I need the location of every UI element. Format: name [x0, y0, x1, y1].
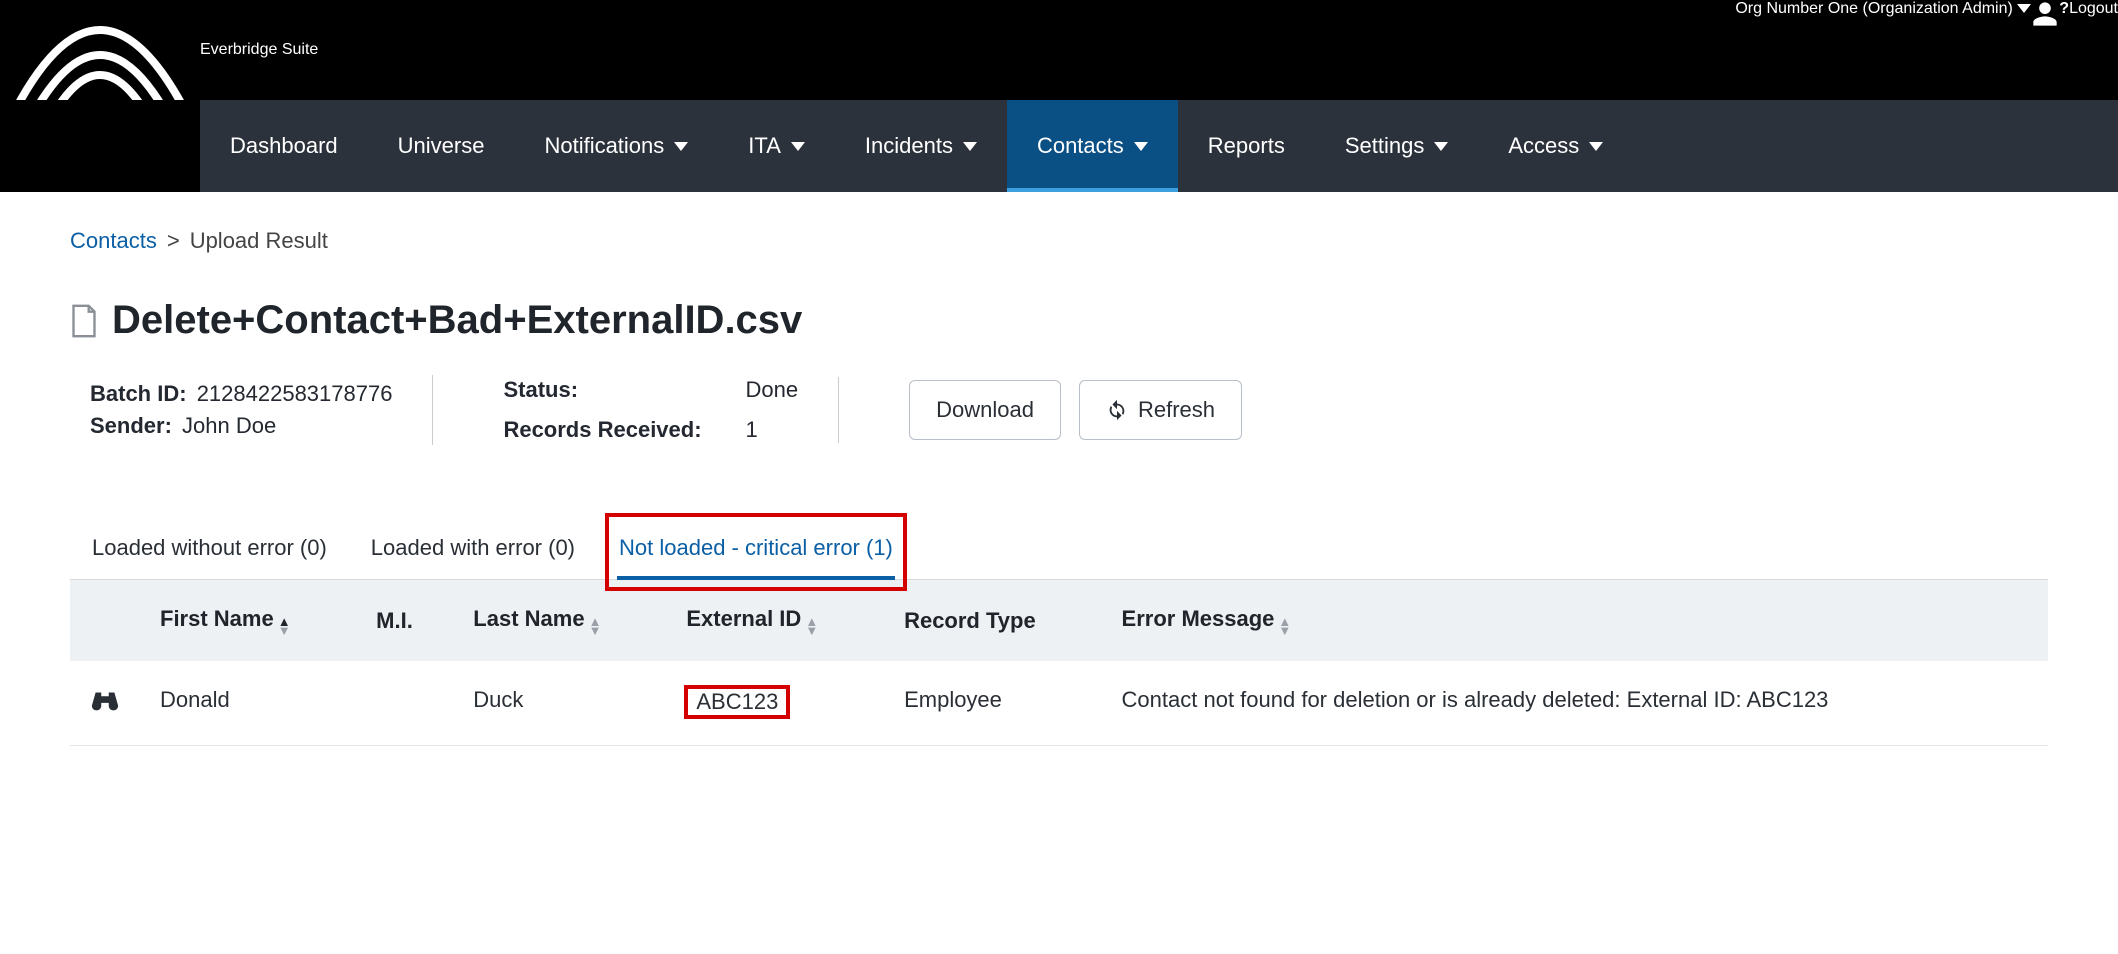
table-header-row: First Name▲▼M.I.Last Name▲▼External ID▲▼… — [70, 580, 2048, 661]
nav-item-incidents[interactable]: Incidents — [835, 100, 1007, 192]
sort-icon: ▲▼ — [805, 617, 818, 635]
col-label: External ID — [686, 606, 801, 631]
table-body: Donald Duck ABC123 EmployeeContact not foun… — [70, 661, 2048, 746]
cell: Employee — [884, 661, 1101, 746]
nav-item-label: Settings — [1345, 133, 1425, 159]
col-last-name[interactable]: Last Name ▲▼ — [453, 580, 666, 661]
nav-item-label: Dashboard — [230, 133, 338, 159]
sort-icon: ▲▼ — [589, 617, 602, 635]
nav-item-label: Access — [1508, 133, 1579, 159]
cell: Contact not found for deletion or is alr… — [1102, 661, 2048, 746]
status-value: Done — [746, 377, 799, 403]
page-content: Contacts > Upload Result Delete+Contact+… — [0, 192, 2118, 782]
app-header: Everbridge Suite Org Number One (Organiz… — [0, 0, 2118, 192]
cell: Donald — [140, 661, 356, 746]
refresh-button[interactable]: Refresh — [1079, 380, 1242, 440]
col-label: Error Message — [1122, 606, 1275, 631]
meta-batch-sender: Batch ID: 2128422583178776 Sender: John … — [70, 375, 433, 445]
cell: Duck — [453, 661, 666, 746]
status-label: Status: — [503, 377, 701, 403]
sender-label: Sender: — [90, 413, 172, 438]
table-row: Donald Duck ABC123 EmployeeContact not foun… — [70, 661, 2048, 746]
col-label: First Name — [160, 606, 274, 631]
breadcrumb-root[interactable]: Contacts — [70, 228, 157, 254]
nav-item-access[interactable]: Access — [1478, 100, 1633, 192]
cell — [356, 661, 453, 746]
chevron-down-icon — [674, 142, 688, 151]
chevron-down-icon — [1134, 142, 1148, 151]
chevron-down-icon — [791, 142, 805, 151]
records-label: Records Received: — [503, 417, 701, 443]
col-label: M.I. — [376, 608, 413, 633]
download-button[interactable]: Download — [909, 380, 1061, 440]
nav-item-label: Incidents — [865, 133, 953, 159]
logo-spacer — [0, 100, 200, 192]
sort-icon: ▲▼ — [1278, 617, 1291, 635]
download-label: Download — [936, 397, 1034, 423]
refresh-label: Refresh — [1138, 397, 1215, 423]
breadcrumb: Contacts > Upload Result — [70, 228, 2048, 254]
records-value: 1 — [746, 417, 799, 443]
nav-item-label: ITA — [748, 133, 781, 159]
nav-item-label: Universe — [398, 133, 485, 159]
org-role: (Organization Admin) — [1863, 0, 2013, 17]
col-icon — [70, 580, 140, 661]
sort-icon: ▲▼ — [278, 617, 291, 635]
logout-button[interactable]: Logout — [2069, 0, 2118, 100]
nav-item-dashboard[interactable]: Dashboard — [200, 100, 368, 192]
breadcrumb-sep: > — [167, 228, 180, 254]
brand-title: Everbridge Suite — [200, 41, 318, 59]
help-button[interactable]: ? — [2059, 0, 2069, 100]
tab-1[interactable]: Loaded with error (0) — [369, 525, 577, 579]
col-first-name[interactable]: First Name▲▼ — [140, 580, 356, 661]
org-name: Org Number One — [1735, 0, 1858, 17]
batch-id-value: 2128422583178776 — [197, 381, 393, 406]
nav-item-reports[interactable]: Reports — [1178, 100, 1315, 192]
page-title: Delete+Contact+Bad+ExternalID.csv — [70, 298, 2048, 343]
chevron-down-icon — [2017, 4, 2031, 13]
user-account-button[interactable] — [2031, 0, 2059, 100]
nav-item-notifications[interactable]: Notifications — [514, 100, 718, 192]
sender-value: John Doe — [182, 413, 276, 438]
chevron-down-icon — [1589, 142, 1603, 151]
col-m-i-[interactable]: M.I. — [356, 580, 453, 661]
external-id-highlight: ABC123 — [686, 687, 788, 717]
upload-meta: Batch ID: 2128422583178776 Sender: John … — [70, 375, 2048, 445]
error-table: First Name▲▼M.I.Last Name▲▼External ID▲▼… — [70, 580, 2048, 746]
batch-id-label: Batch ID: — [90, 381, 187, 406]
main-nav: Dashboard Universe Notifications ITA Inciden… — [200, 100, 2118, 192]
nav-item-settings[interactable]: Settings — [1315, 100, 1479, 192]
chevron-down-icon — [1434, 142, 1448, 151]
page-title-text: Delete+Contact+Bad+ExternalID.csv — [112, 298, 802, 343]
col-label: Record Type — [904, 608, 1036, 633]
logout-label: Logout — [2069, 0, 2118, 17]
user-icon — [2031, 0, 2059, 28]
binoculars-icon — [90, 687, 120, 713]
tab-0[interactable]: Loaded without error (0) — [90, 525, 329, 579]
nav-item-label: Contacts — [1037, 133, 1124, 159]
meta-actions: Download Refresh — [889, 380, 1282, 440]
nav-item-label: Reports — [1208, 133, 1285, 159]
tab-2[interactable]: Not loaded - critical error (1) — [617, 525, 895, 579]
nav-item-universe[interactable]: Universe — [368, 100, 515, 192]
help-icon: ? — [2059, 0, 2069, 17]
chevron-down-icon — [963, 142, 977, 151]
nav-item-contacts[interactable]: Contacts — [1007, 100, 1178, 192]
col-record-type[interactable]: Record Type — [884, 580, 1101, 661]
row-view-icon-cell[interactable] — [70, 661, 140, 746]
refresh-icon — [1106, 399, 1128, 421]
col-label: Last Name — [473, 606, 584, 631]
nav-item-label: Notifications — [544, 133, 664, 159]
nav-item-ita[interactable]: ITA — [718, 100, 835, 192]
col-external-id[interactable]: External ID▲▼ — [666, 580, 884, 661]
result-tabs: Loaded without error (0) Loaded with erro… — [70, 525, 2048, 580]
org-switcher[interactable]: Org Number One (Organization Admin) — [1735, 0, 2031, 100]
file-icon — [70, 304, 98, 338]
cell: ABC123 — [666, 661, 884, 746]
col-error-message[interactable]: Error Message▲▼ — [1102, 580, 2048, 661]
meta-status-records: Status: Done Records Received: 1 — [483, 377, 839, 443]
breadcrumb-current: Upload Result — [190, 228, 328, 254]
